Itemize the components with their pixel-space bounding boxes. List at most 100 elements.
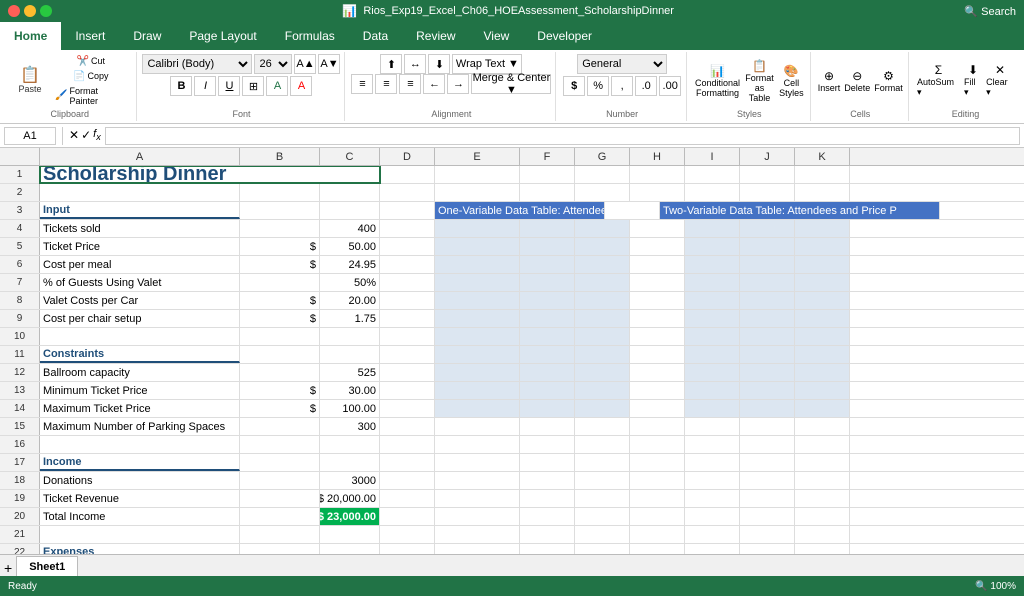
cell-c10[interactable] (320, 328, 380, 345)
align-right-button[interactable]: ≡ (399, 74, 421, 94)
cell-c19[interactable]: $ 20,000.00 (320, 490, 380, 507)
col-header-a[interactable]: A (40, 148, 240, 165)
cell-b8[interactable]: $ (240, 292, 320, 309)
cell-a3-input[interactable]: Input (40, 202, 240, 219)
cell-j7[interactable] (740, 274, 795, 291)
cell-a18[interactable]: Donations (40, 472, 240, 489)
cell-a6[interactable]: Cost per meal (40, 256, 240, 273)
cell-k6[interactable] (795, 256, 850, 273)
cell-f15[interactable] (520, 418, 575, 435)
cell-d12[interactable] (380, 364, 435, 381)
copy-button[interactable]: 📄Copy (52, 70, 130, 83)
underline-button[interactable]: U (218, 76, 240, 96)
maximize-button[interactable] (40, 5, 52, 17)
cell-d4[interactable] (380, 220, 435, 237)
cell-d20[interactable] (380, 508, 435, 525)
cell-c18[interactable]: 3000 (320, 472, 380, 489)
cell-f21[interactable] (520, 526, 575, 543)
cell-g12[interactable] (575, 364, 630, 381)
cell-c14[interactable]: 100.00 (320, 400, 380, 417)
cell-e18[interactable] (435, 472, 520, 489)
cell-f12[interactable] (520, 364, 575, 381)
cell-g15[interactable] (575, 418, 630, 435)
cell-i13[interactable] (685, 382, 740, 399)
cell-styles-button[interactable]: 🎨 CellStyles (779, 64, 804, 98)
cell-c5[interactable]: 50.00 (320, 238, 380, 255)
cell-k9[interactable] (795, 310, 850, 327)
cell-c16[interactable] (320, 436, 380, 453)
format-painter-button[interactable]: 🖌️Format Painter (52, 85, 130, 107)
cell-b11[interactable] (240, 346, 320, 363)
cell-e10[interactable] (435, 328, 520, 345)
cell-b20[interactable] (240, 508, 320, 525)
cell-k11[interactable] (795, 346, 850, 363)
cell-i22[interactable] (685, 544, 740, 554)
cell-c20-total-income[interactable]: $ 23,000.00 (320, 508, 380, 525)
tab-data[interactable]: Data (349, 22, 402, 50)
cell-f9[interactable] (520, 310, 575, 327)
align-bottom-button[interactable]: ⬇ (428, 54, 450, 74)
cell-g11[interactable] (575, 346, 630, 363)
cell-g8[interactable] (575, 292, 630, 309)
cell-b22[interactable] (240, 544, 320, 554)
dollar-button[interactable]: $ (563, 76, 585, 96)
cell-e9[interactable] (435, 310, 520, 327)
cell-g2[interactable] (575, 184, 630, 201)
cell-g7[interactable] (575, 274, 630, 291)
cell-i19[interactable] (685, 490, 740, 507)
tab-page-layout[interactable]: Page Layout (175, 22, 270, 50)
tab-review[interactable]: Review (402, 22, 469, 50)
cell-a12[interactable]: Ballroom capacity (40, 364, 240, 381)
cell-e8[interactable] (435, 292, 520, 309)
cell-i17[interactable] (685, 454, 740, 471)
cell-g19[interactable] (575, 490, 630, 507)
cell-k22[interactable] (795, 544, 850, 554)
cell-f22[interactable] (520, 544, 575, 554)
cell-a13[interactable]: Minimum Ticket Price (40, 382, 240, 399)
cell-j8[interactable] (740, 292, 795, 309)
cell-k8[interactable] (795, 292, 850, 309)
cell-e21[interactable] (435, 526, 520, 543)
increase-decimal-button[interactable]: .00 (659, 76, 681, 96)
minimize-button[interactable] (24, 5, 36, 17)
cell-k4[interactable] (795, 220, 850, 237)
cell-i7[interactable] (685, 274, 740, 291)
cell-e4[interactable] (435, 220, 520, 237)
cell-reference-input[interactable] (4, 127, 56, 145)
autosum-button[interactable]: Σ AutoSum ▾ (917, 63, 960, 98)
cell-a11-constraints[interactable]: Constraints (40, 346, 240, 363)
merge-center-button[interactable]: Merge & Center ▼ (471, 74, 551, 94)
cell-h17[interactable] (630, 454, 685, 471)
cell-c8[interactable]: 20.00 (320, 292, 380, 309)
cell-d19[interactable] (380, 490, 435, 507)
percent-button[interactable]: % (587, 76, 609, 96)
cell-k16[interactable] (795, 436, 850, 453)
cell-k14[interactable] (795, 400, 850, 417)
cell-b17[interactable] (240, 454, 320, 471)
cell-c13[interactable]: 30.00 (320, 382, 380, 399)
cell-d6[interactable] (380, 256, 435, 273)
cell-j19[interactable] (740, 490, 795, 507)
sheet-tab-sheet1[interactable]: Sheet1 (16, 556, 78, 576)
cell-e16[interactable] (435, 436, 520, 453)
cell-c4[interactable]: 400 (320, 220, 380, 237)
col-header-d[interactable]: D (380, 148, 435, 165)
cell-g1[interactable] (575, 166, 630, 183)
cell-k12[interactable] (795, 364, 850, 381)
cell-c2[interactable] (320, 184, 380, 201)
formula-input[interactable]: Scholarship Dinner (105, 127, 1020, 145)
cell-j20[interactable] (740, 508, 795, 525)
cell-f20[interactable] (520, 508, 575, 525)
fill-color-button[interactable]: A (266, 76, 288, 96)
cell-e1[interactable] (435, 166, 520, 183)
cell-b9[interactable]: $ (240, 310, 320, 327)
comma-button[interactable]: , (611, 76, 633, 96)
cell-e14[interactable] (435, 400, 520, 417)
cell-a21[interactable] (40, 526, 240, 543)
cell-h8[interactable] (630, 292, 685, 309)
cell-k2[interactable] (795, 184, 850, 201)
cell-c3[interactable] (320, 202, 380, 219)
cell-c6[interactable]: 24.95 (320, 256, 380, 273)
cell-b5[interactable]: $ (240, 238, 320, 255)
add-sheet-button[interactable]: + (4, 560, 12, 576)
